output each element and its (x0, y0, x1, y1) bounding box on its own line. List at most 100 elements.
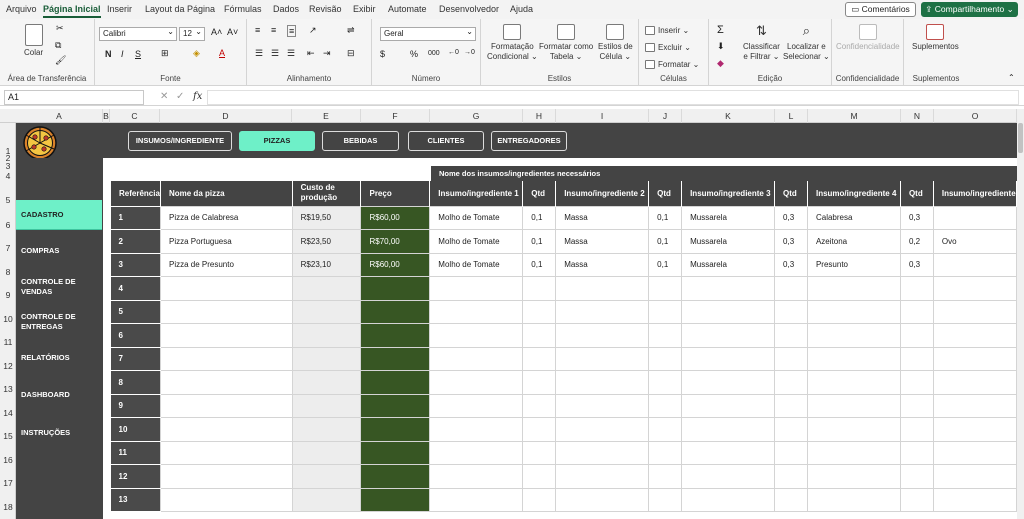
header-qtd-3[interactable]: Qtd (774, 181, 808, 206)
table-cell[interactable] (681, 370, 776, 395)
table-cell[interactable]: 0,3 (774, 205, 808, 230)
font-color-icon[interactable]: A (219, 48, 225, 58)
table-cell[interactable] (360, 417, 431, 442)
row-header[interactable]: 16 (0, 455, 16, 465)
table-cell[interactable] (681, 276, 776, 301)
table-cell[interactable] (899, 323, 934, 348)
table-cell[interactable] (360, 487, 431, 512)
borders-icon[interactable]: ⊞ (161, 48, 169, 59)
table-cell[interactable] (159, 417, 293, 442)
table-cell[interactable]: 0,1 (522, 252, 557, 277)
insert-cells-button[interactable]: Inserir ⌄ (645, 26, 689, 36)
table-cell[interactable]: Massa (555, 252, 650, 277)
col-header[interactable]: D (160, 109, 292, 123)
table-cell[interactable]: 0,2 (899, 229, 934, 254)
col-header[interactable]: K (682, 109, 775, 123)
table-cell[interactable] (429, 370, 524, 395)
header-insumo-4[interactable]: Insumo/ingrediente 4 (806, 181, 901, 206)
table-cell[interactable] (806, 393, 901, 418)
col-header[interactable]: B (103, 109, 110, 123)
reference-cell[interactable]: 4 (110, 276, 161, 301)
currency-icon[interactable]: $ (380, 49, 385, 59)
table-cell[interactable] (522, 323, 557, 348)
table-cell[interactable] (360, 464, 431, 489)
table-cell[interactable] (555, 323, 650, 348)
copy-icon[interactable]: ⧉ (55, 40, 61, 51)
table-cell[interactable] (806, 299, 901, 324)
table-cell[interactable] (806, 487, 901, 512)
tab-ajuda[interactable]: Ajuda (510, 4, 533, 14)
tab-pagina-inicial[interactable]: Página Inicial (43, 4, 101, 18)
table-cell[interactable] (899, 487, 934, 512)
table-cell[interactable] (291, 276, 362, 301)
row-header[interactable]: 10 (0, 314, 16, 324)
table-cell[interactable]: Pizza Portuguesa (159, 229, 293, 254)
header-qtd-4[interactable]: Qtd (899, 181, 934, 206)
table-cell[interactable] (899, 370, 934, 395)
conditional-format-button[interactable]: Formatação Condicional ⌄ (487, 24, 538, 62)
addins-button[interactable]: Suplementos (912, 24, 959, 52)
table-cell[interactable] (429, 487, 524, 512)
reference-cell[interactable]: 3 (110, 252, 161, 277)
table-cell[interactable] (648, 276, 683, 301)
table-cell[interactable] (159, 299, 293, 324)
table-cell[interactable] (360, 346, 431, 371)
col-header[interactable]: J (649, 109, 682, 123)
table-cell[interactable] (899, 440, 934, 465)
table-cell[interactable] (555, 393, 650, 418)
shrink-font-button[interactable]: A˅ (227, 27, 238, 37)
sidebar-item-instrucoes[interactable]: INSTRUÇÕES (16, 428, 102, 438)
share-button[interactable]: ⇪ Compartilhamento ⌄ (921, 2, 1018, 17)
table-cell[interactable] (429, 440, 524, 465)
table-cell[interactable]: 0,3 (774, 229, 808, 254)
table-cell[interactable] (932, 252, 1017, 277)
grow-font-button[interactable]: A˄ (211, 27, 222, 37)
table-cell[interactable] (429, 393, 524, 418)
table-cell[interactable] (159, 393, 293, 418)
table-cell[interactable] (360, 276, 431, 301)
nav-bebidas-button[interactable]: BEBIDAS (322, 131, 399, 151)
sidebar-item-dashboard[interactable]: DASHBOARD (16, 390, 102, 400)
table-cell[interactable] (681, 323, 776, 348)
table-cell[interactable] (932, 464, 1017, 489)
table-cell[interactable] (648, 323, 683, 348)
tab-arquivo[interactable]: Arquivo (6, 4, 37, 14)
sidebar-item-controle-entregas[interactable]: CONTROLE DE ENTREGAS (16, 312, 96, 332)
table-cell[interactable]: 0,1 (648, 205, 683, 230)
table-cell[interactable] (806, 323, 901, 348)
row-header[interactable]: 6 (0, 220, 16, 230)
tab-layout[interactable]: Layout da Página (145, 4, 215, 14)
table-cell[interactable] (899, 464, 934, 489)
table-cell[interactable] (681, 393, 776, 418)
table-cell[interactable] (806, 370, 901, 395)
col-header[interactable]: G (430, 109, 523, 123)
header-insumo-3[interactable]: Insumo/ingrediente 3 (681, 181, 776, 206)
cancel-icon[interactable]: ✕ (160, 91, 168, 102)
align-bottom-icon[interactable]: ≡ (287, 25, 297, 37)
row-header[interactable]: 13 (0, 384, 16, 394)
table-cell[interactable]: R$60,00 (360, 205, 431, 230)
table-cell[interactable] (429, 323, 524, 348)
row-header[interactable]: 17 (0, 478, 16, 488)
col-header[interactable]: M (808, 109, 901, 123)
table-cell[interactable]: 0,1 (648, 229, 683, 254)
table-cell[interactable] (291, 299, 362, 324)
comments-button[interactable]: ▭ Comentários (845, 2, 916, 17)
nav-entregadores-button[interactable]: ENTREGADORES (491, 131, 567, 151)
table-cell[interactable] (932, 393, 1017, 418)
reference-cell[interactable]: 6 (110, 323, 161, 348)
col-header[interactable]: F (361, 109, 430, 123)
table-cell[interactable] (429, 346, 524, 371)
table-cell[interactable] (291, 464, 362, 489)
table-cell[interactable] (932, 346, 1017, 371)
table-cell[interactable]: Azeitona (806, 229, 901, 254)
worksheet[interactable]: INSUMOS/INGREDIENTE PIZZAS BEBIDAS CLIEN… (16, 123, 1017, 519)
tab-dados[interactable]: Dados (273, 4, 299, 14)
table-cell[interactable] (648, 393, 683, 418)
table-cell[interactable] (774, 464, 808, 489)
col-header[interactable]: L (775, 109, 808, 123)
table-cell[interactable] (774, 276, 808, 301)
sidebar-item-compras[interactable]: COMPRAS (16, 246, 102, 256)
table-cell[interactable] (555, 299, 650, 324)
table-cell[interactable] (522, 464, 557, 489)
